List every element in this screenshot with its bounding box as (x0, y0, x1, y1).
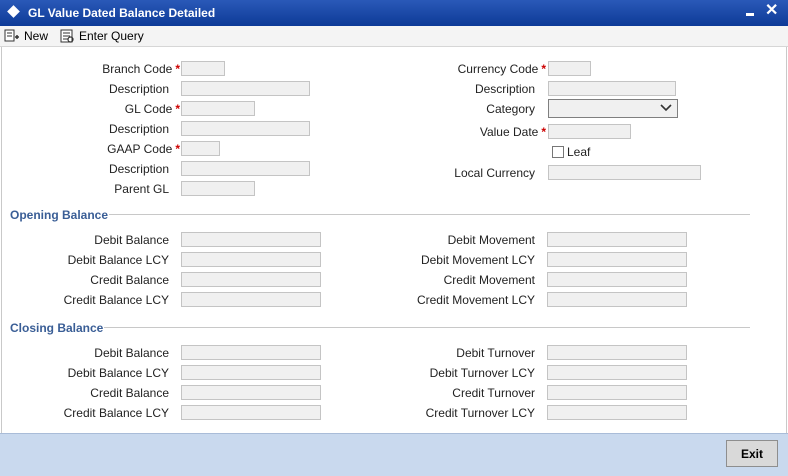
required-marker: * (541, 125, 546, 139)
closing-credit-balance-input[interactable] (181, 385, 321, 400)
opening-credit-balance-lcy-input[interactable] (181, 292, 321, 307)
value-date-label: Value Date * (479, 125, 546, 139)
closing-debit-balance-lcy-input[interactable] (181, 365, 321, 380)
opening-credit-balance-lcy-label: Credit Balance LCY (63, 293, 169, 307)
description-label: Description (108, 82, 169, 96)
category-label: Category (486, 102, 535, 116)
category-select[interactable] (548, 99, 678, 118)
credit-turnover-label: Credit Turnover (452, 386, 535, 400)
minimize-icon[interactable] (746, 13, 754, 16)
opening-debit-balance-lcy-label: Debit Balance LCY (67, 253, 169, 267)
credit-movement-input[interactable] (547, 272, 687, 287)
closing-credit-balance-label: Credit Balance (90, 386, 169, 400)
local-currency-input[interactable] (548, 165, 701, 180)
opening-credit-balance-input[interactable] (181, 272, 321, 287)
closing-debit-balance-label: Debit Balance (94, 346, 169, 360)
currency-code-input[interactable] (548, 61, 591, 76)
chevron-down-icon (660, 104, 672, 112)
currency-description-label: Description (474, 82, 535, 96)
debit-turnover-lcy-input[interactable] (547, 365, 687, 380)
gl-description-input[interactable] (181, 121, 310, 136)
branch-code-label: Branch Code * (102, 62, 180, 76)
credit-movement-lcy-input[interactable] (547, 292, 687, 307)
description-label: Description (108, 162, 169, 176)
debit-movement-input[interactable] (547, 232, 687, 247)
credit-movement-lcy-label: Credit Movement LCY (416, 293, 535, 307)
closing-debit-balance-lcy-label: Debit Balance LCY (67, 366, 169, 380)
closing-balance-divider (104, 327, 750, 328)
parent-gl-label: Parent GL (114, 182, 169, 196)
opening-balance-divider (109, 214, 750, 215)
debit-turnover-label: Debit Turnover (456, 346, 535, 360)
branch-code-input[interactable] (181, 61, 225, 76)
debit-movement-label: Debit Movement (447, 233, 535, 247)
branch-description-input[interactable] (181, 81, 310, 96)
credit-movement-label: Credit Movement (443, 273, 535, 287)
close-icon[interactable]: ✕ (765, 3, 778, 19)
gl-code-input[interactable] (181, 101, 255, 116)
required-marker: * (175, 102, 180, 116)
required-marker: * (175, 62, 180, 76)
app-diamond-icon (7, 5, 20, 18)
window-title: GL Value Dated Balance Detailed (28, 6, 216, 20)
opening-debit-balance-input[interactable] (181, 232, 321, 247)
currency-code-label: Currency Code * (457, 62, 546, 76)
closing-credit-balance-lcy-input[interactable] (181, 405, 321, 420)
gaap-code-label: GAAP Code * (107, 142, 180, 156)
leaf-checkbox[interactable] (552, 146, 564, 158)
opening-credit-balance-label: Credit Balance (90, 273, 169, 287)
opening-balance-title: Opening Balance (10, 208, 109, 222)
local-currency-label: Local Currency (454, 166, 535, 180)
enter-query-icon (60, 29, 74, 43)
new-label: New (24, 29, 49, 43)
exit-button[interactable]: Exit (726, 440, 778, 467)
enter-query-label: Enter Query (79, 29, 144, 43)
closing-debit-balance-input[interactable] (181, 345, 321, 360)
closing-credit-balance-lcy-label: Credit Balance LCY (63, 406, 169, 420)
currency-description-input[interactable] (548, 81, 676, 96)
debit-turnover-input[interactable] (547, 345, 687, 360)
window-titlebar: GL Value Dated Balance Detailed ✕ (0, 0, 788, 26)
debit-movement-lcy-input[interactable] (547, 252, 687, 267)
debit-movement-lcy-label: Debit Movement LCY (420, 253, 535, 267)
credit-turnover-input[interactable] (547, 385, 687, 400)
new-button[interactable]: New (4, 28, 52, 44)
required-marker: * (541, 62, 546, 76)
opening-debit-balance-label: Debit Balance (94, 233, 169, 247)
credit-turnover-lcy-label: Credit Turnover LCY (425, 406, 535, 420)
enter-query-button[interactable]: Enter Query (59, 28, 149, 44)
debit-turnover-lcy-label: Debit Turnover LCY (429, 366, 535, 380)
footer-bar (0, 433, 788, 476)
required-marker: * (175, 142, 180, 156)
toolbar: New Enter Query (0, 26, 788, 47)
gaap-description-input[interactable] (181, 161, 310, 176)
opening-debit-balance-lcy-input[interactable] (181, 252, 321, 267)
new-document-icon (4, 29, 19, 42)
description-label: Description (108, 122, 169, 136)
gl-code-label: GL Code * (124, 102, 180, 116)
closing-balance-title: Closing Balance (10, 321, 104, 335)
gaap-code-input[interactable] (181, 141, 220, 156)
credit-turnover-lcy-input[interactable] (547, 405, 687, 420)
value-date-input[interactable] (548, 124, 631, 139)
leaf-label: Leaf (567, 145, 591, 159)
parent-gl-input[interactable] (181, 181, 255, 196)
